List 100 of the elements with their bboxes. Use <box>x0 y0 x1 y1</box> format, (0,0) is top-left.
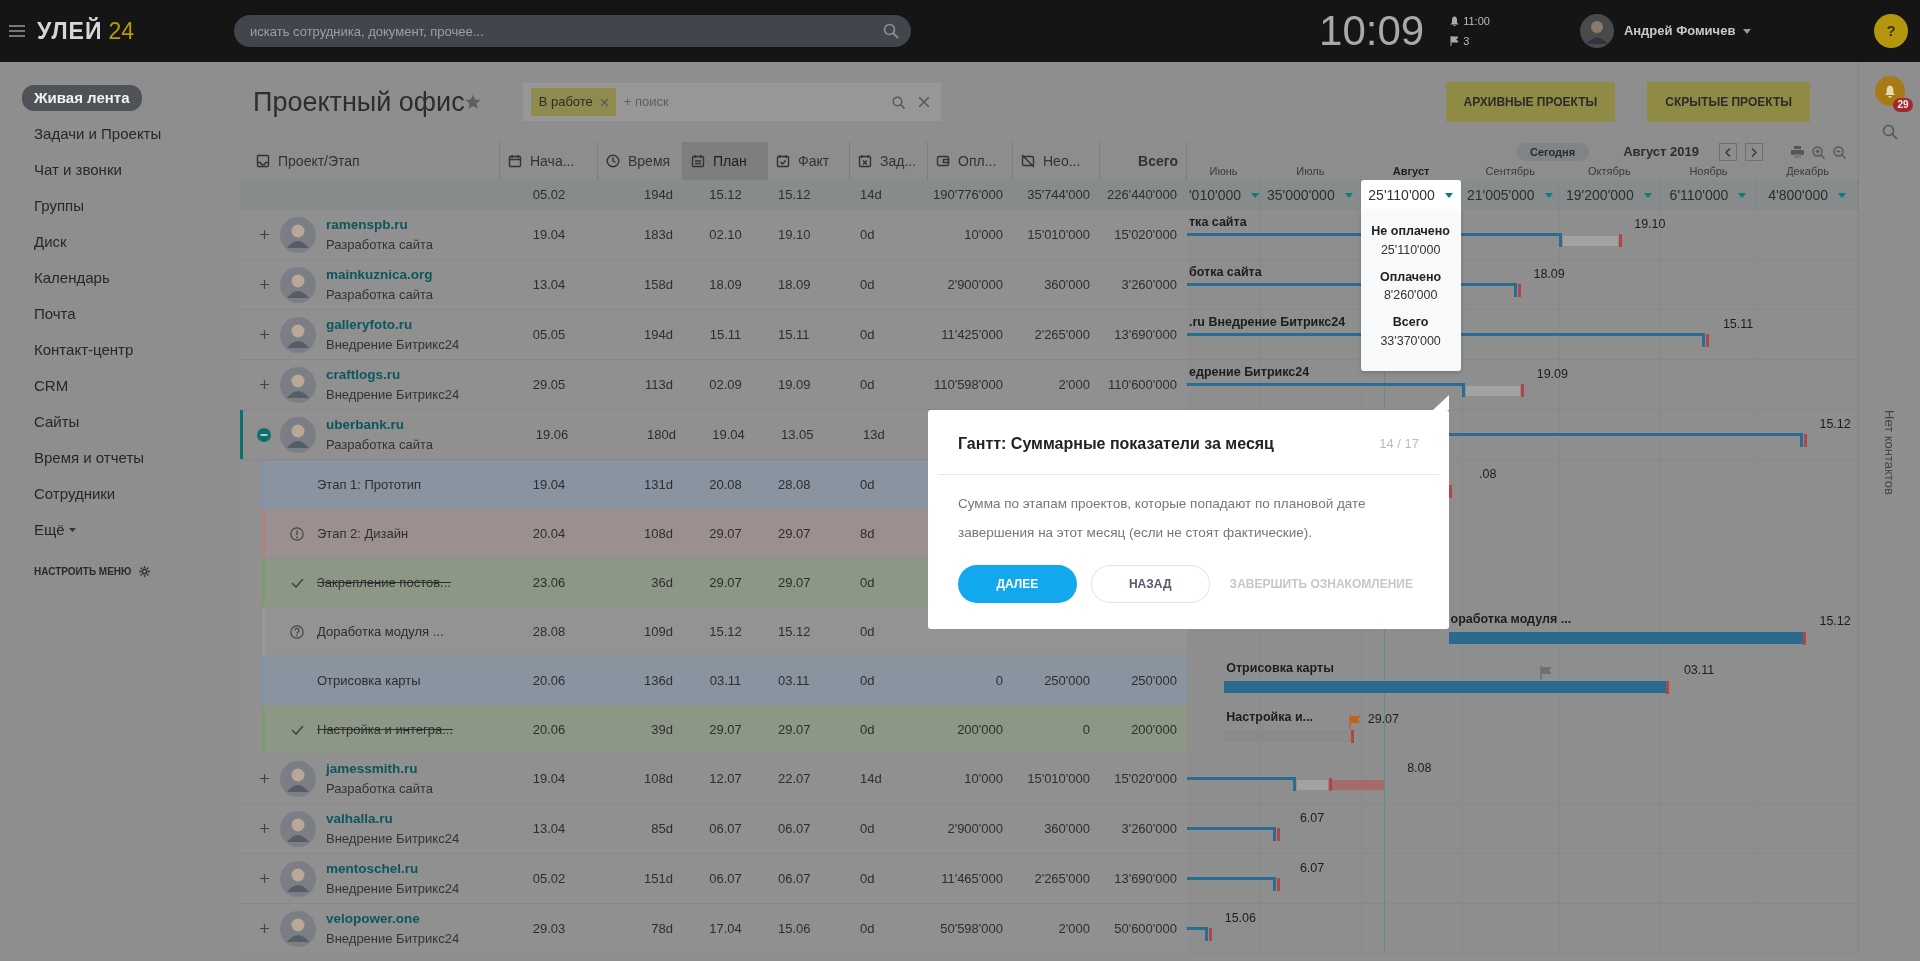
stage-name[interactable]: Закрепление постов... <box>317 572 451 593</box>
table-cell-text: 15.11 <box>709 325 742 344</box>
cross-calendar-icon <box>858 154 872 168</box>
total-value: 33'370'000 <box>1379 332 1442 350</box>
today-button[interactable]: Сегодня <box>1516 142 1590 162</box>
project-link[interactable]: mainkuznica.org <box>326 264 433 285</box>
print-icon[interactable] <box>1791 146 1804 158</box>
summary-cell-text: 05.02 <box>532 186 566 205</box>
table-cell-text: 200'000 <box>957 720 1003 739</box>
project-link[interactable]: craftlogs.ru <box>326 364 460 385</box>
month-total[interactable]: 35'000'000 <box>1260 180 1361 210</box>
summary-cell-text: 35'744'000 <box>1027 186 1090 205</box>
caret-icon[interactable] <box>1743 28 1752 34</box>
sidebar-item[interactable]: Контакт-центр <box>34 338 134 362</box>
star-icon[interactable] <box>464 94 481 110</box>
check-icon <box>290 577 304 588</box>
sidebar-item[interactable]: Календарь <box>34 266 110 290</box>
sidebar-item[interactable]: Диск <box>34 230 67 254</box>
flag-icon[interactable] <box>1450 36 1460 47</box>
table-cell-text: 113d <box>645 375 673 394</box>
close-icon[interactable] <box>918 97 929 107</box>
help-button[interactable]: ? <box>1874 14 1908 48</box>
search-field[interactable]: искать сотрудника, документ, прочее... <box>234 15 912 47</box>
filter-input[interactable]: + поиск <box>621 91 892 113</box>
menu-icon[interactable] <box>9 25 25 37</box>
project-link[interactable]: uberbank.ru <box>326 414 433 435</box>
summary-cell-text: 190'776'000 <box>932 186 1003 205</box>
sidebar-item[interactable]: Ещё <box>34 518 65 542</box>
sidebar-item[interactable]: Чат и звонки <box>34 158 122 182</box>
zoom-out-icon[interactable] <box>1833 145 1846 159</box>
table-cell-text: 50'598'000 <box>940 919 1003 938</box>
sidebar-item[interactable]: Живая лента <box>22 84 142 112</box>
project-link[interactable]: valhalla.ru <box>326 808 460 829</box>
table-cell-text: 0d <box>860 573 875 592</box>
avatar[interactable] <box>1579 14 1614 48</box>
logo-text[interactable]: УЛЕЙ <box>37 13 103 49</box>
table-cell-text: 108d <box>644 769 673 788</box>
stage-name[interactable]: Отрисовка карты <box>317 670 421 691</box>
table-cell-text: 15'010'000 <box>1027 225 1090 244</box>
stage-name[interactable]: Этап 1: Прототип <box>317 474 421 495</box>
table-cell-text: 360'000 <box>1044 275 1090 294</box>
table-cell-text: 2'900'000 <box>947 275 1003 294</box>
caret-icon[interactable] <box>68 528 76 532</box>
project-link[interactable]: mentoschel.ru <box>326 858 460 879</box>
project-link[interactable]: galleryfoto.ru <box>326 314 460 335</box>
deadline-marker <box>1329 778 1333 791</box>
avatar <box>280 760 316 797</box>
back-button[interactable]: НАЗАД <box>1090 565 1210 604</box>
remove-icon[interactable] <box>600 98 608 106</box>
deadline-marker <box>1802 632 1806 645</box>
caret-icon <box>1643 192 1652 198</box>
stage-name[interactable]: Настройка и интегра... <box>317 719 453 740</box>
next-button[interactable] <box>1745 143 1763 161</box>
table-cell-text: 0d <box>860 869 875 888</box>
avatar <box>280 860 316 897</box>
logo-number[interactable]: 24 <box>108 13 135 49</box>
month-total[interactable]: 19'200'000 <box>1559 180 1660 210</box>
search-icon[interactable] <box>1881 124 1898 140</box>
month-total[interactable]: 4'800'000 <box>1757 180 1858 210</box>
avatar <box>280 416 316 453</box>
table-cell-text: 0d <box>860 325 875 344</box>
column-header[interactable]: План <box>683 142 768 180</box>
filter-bar[interactable]: В работе + поиск <box>522 83 941 121</box>
filter-tag[interactable]: В работе <box>530 88 616 116</box>
sidebar-item[interactable]: Сотрудники <box>34 482 116 506</box>
sidebar-item[interactable]: CRM <box>34 374 69 398</box>
gear-icon[interactable] <box>139 566 151 577</box>
month-total[interactable]: 21'005'000 <box>1461 180 1559 210</box>
caret-icon <box>1738 192 1747 198</box>
zoom-in-icon[interactable] <box>1812 145 1825 159</box>
plus-icon <box>259 924 269 933</box>
project-link[interactable]: velopower.one <box>326 908 460 929</box>
sidebar-item[interactable]: Группы <box>34 194 84 218</box>
project-type: Внедрение Битрикс24 <box>326 879 460 898</box>
next-button[interactable]: ДАЛЕЕ <box>958 565 1077 604</box>
clock-icon <box>606 154 620 168</box>
stage-name[interactable]: Доработка модуля ... <box>317 621 444 642</box>
prev-button[interactable] <box>1719 143 1737 161</box>
sidebar-item[interactable]: Почта <box>34 302 76 326</box>
table-cell-text: 151d <box>644 869 673 888</box>
bell-icon[interactable] <box>1450 15 1460 26</box>
sidebar-item[interactable]: Задачи и Проекты <box>34 122 162 146</box>
month-total[interactable]: '010'000 <box>1187 180 1260 210</box>
period-label: Август 2019 <box>1623 143 1699 162</box>
project-link[interactable]: jamessmith.ru <box>326 758 433 779</box>
project-link[interactable]: ramenspb.ru <box>326 214 433 235</box>
search-icon[interactable] <box>883 23 900 39</box>
user-name[interactable]: Андрей Фомичев <box>1623 21 1736 41</box>
sidebar-item[interactable]: Сайты <box>34 410 80 434</box>
stage-name[interactable]: Этап 2: Дизайн <box>317 523 409 544</box>
sidebar-item[interactable]: Время и отчеты <box>34 446 145 470</box>
deadline-marker <box>1618 234 1622 247</box>
header-button[interactable]: АРХИВНЫЕ ПРОЕКТЫ <box>1445 82 1616 122</box>
table-cell-text: 360'000 <box>1044 819 1090 838</box>
table-cell-text: 20.06 <box>532 671 566 690</box>
month-total[interactable]: 6'110'000 <box>1659 180 1758 210</box>
search-icon[interactable] <box>891 95 905 109</box>
date-label: 18.09 <box>1533 266 1565 283</box>
header-button[interactable]: СКРЫТЫЕ ПРОЕКТЫ <box>1647 82 1810 122</box>
configure-menu-link[interactable]: НАСТРОИТЬ МЕНЮ <box>34 564 132 579</box>
